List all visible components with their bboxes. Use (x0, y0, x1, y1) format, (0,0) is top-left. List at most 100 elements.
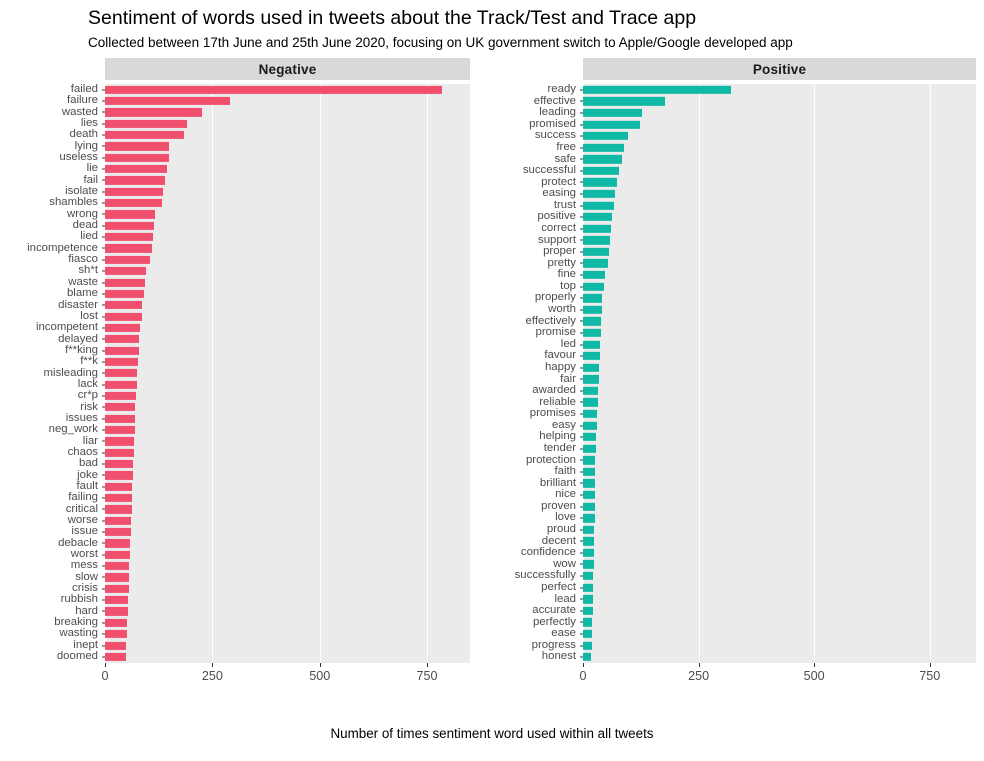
bar[interactable] (105, 630, 127, 639)
bar[interactable] (583, 178, 618, 187)
bar[interactable] (105, 380, 137, 389)
bar[interactable] (583, 259, 608, 268)
bar[interactable] (583, 375, 599, 384)
bar[interactable] (583, 294, 603, 303)
bar[interactable] (105, 403, 136, 412)
bar[interactable] (583, 131, 629, 141)
bar[interactable] (105, 437, 135, 446)
bar[interactable] (105, 618, 128, 627)
bar[interactable] (105, 584, 129, 593)
bar[interactable] (583, 560, 594, 569)
bar[interactable] (583, 247, 609, 257)
bar[interactable] (583, 652, 592, 662)
bar[interactable] (105, 414, 136, 423)
bar[interactable] (583, 444, 596, 453)
bar[interactable] (583, 386, 599, 395)
bar[interactable] (583, 270, 606, 280)
bar[interactable] (105, 641, 127, 650)
bar[interactable] (583, 502, 595, 511)
bar[interactable] (583, 421, 597, 430)
bar[interactable] (583, 432, 597, 442)
bar[interactable] (105, 210, 155, 219)
bar[interactable] (105, 312, 142, 321)
bar[interactable] (105, 244, 153, 253)
bar[interactable] (583, 282, 605, 291)
bar[interactable] (105, 527, 131, 537)
bar[interactable] (583, 305, 602, 314)
bar[interactable] (583, 108, 643, 118)
bar[interactable] (105, 289, 144, 298)
bar[interactable] (105, 267, 146, 276)
bar[interactable] (105, 539, 131, 548)
bar[interactable] (583, 641, 592, 650)
bar[interactable] (105, 391, 136, 401)
bar[interactable] (583, 606, 593, 615)
bar[interactable] (105, 164, 168, 174)
bar[interactable] (105, 119, 187, 128)
bar[interactable] (105, 335, 140, 344)
bar[interactable] (105, 278, 145, 287)
bar[interactable] (105, 96, 230, 106)
bar[interactable] (105, 482, 133, 491)
bar[interactable] (105, 493, 133, 503)
bar[interactable] (105, 301, 143, 310)
bar[interactable] (583, 328, 601, 338)
bar[interactable] (105, 142, 170, 151)
bar[interactable] (105, 459, 134, 469)
bar[interactable] (583, 467, 596, 477)
bar[interactable] (583, 363, 600, 372)
bar[interactable] (105, 221, 155, 230)
bar[interactable] (583, 155, 623, 164)
bar[interactable] (583, 398, 598, 407)
bar[interactable] (583, 629, 593, 639)
bar[interactable] (105, 357, 139, 367)
bar[interactable] (105, 255, 151, 264)
bar[interactable] (583, 236, 610, 245)
bar[interactable] (105, 85, 443, 94)
bar[interactable] (105, 505, 132, 514)
bar[interactable] (105, 233, 154, 242)
bar[interactable] (105, 199, 162, 208)
bar[interactable] (583, 583, 594, 592)
bar[interactable] (105, 130, 185, 140)
bar[interactable] (105, 573, 130, 582)
bar[interactable] (105, 153, 169, 162)
bar[interactable] (105, 562, 130, 571)
bar[interactable] (105, 550, 130, 559)
bar[interactable] (105, 596, 129, 605)
bar[interactable] (583, 317, 602, 326)
bar[interactable] (583, 143, 624, 152)
bar[interactable] (583, 189, 616, 199)
bar[interactable] (105, 471, 133, 480)
bar[interactable] (105, 448, 134, 457)
bar[interactable] (583, 85, 731, 94)
bar[interactable] (583, 166, 620, 175)
bar[interactable] (105, 652, 126, 661)
bar[interactable] (583, 212, 612, 222)
bar[interactable] (583, 490, 596, 500)
bar[interactable] (583, 409, 598, 419)
bar[interactable] (105, 176, 166, 185)
bar[interactable] (105, 369, 138, 378)
bar[interactable] (583, 525, 595, 534)
bar[interactable] (583, 537, 595, 546)
bar[interactable] (583, 618, 593, 627)
bar[interactable] (583, 548, 594, 558)
bar[interactable] (105, 516, 132, 525)
bar[interactable] (583, 224, 611, 233)
bar[interactable] (583, 456, 596, 465)
bar[interactable] (583, 571, 594, 581)
bar[interactable] (105, 425, 135, 435)
bar[interactable] (105, 108, 202, 117)
bar[interactable] (583, 120, 641, 129)
bar[interactable] (583, 340, 601, 349)
bar[interactable] (583, 97, 665, 106)
bar[interactable] (105, 187, 163, 196)
bar[interactable] (583, 514, 595, 523)
bar[interactable] (105, 323, 141, 332)
bar[interactable] (583, 479, 596, 488)
bar[interactable] (583, 595, 593, 604)
bar[interactable] (105, 607, 128, 616)
bar[interactable] (583, 201, 614, 210)
bar[interactable] (105, 346, 139, 355)
